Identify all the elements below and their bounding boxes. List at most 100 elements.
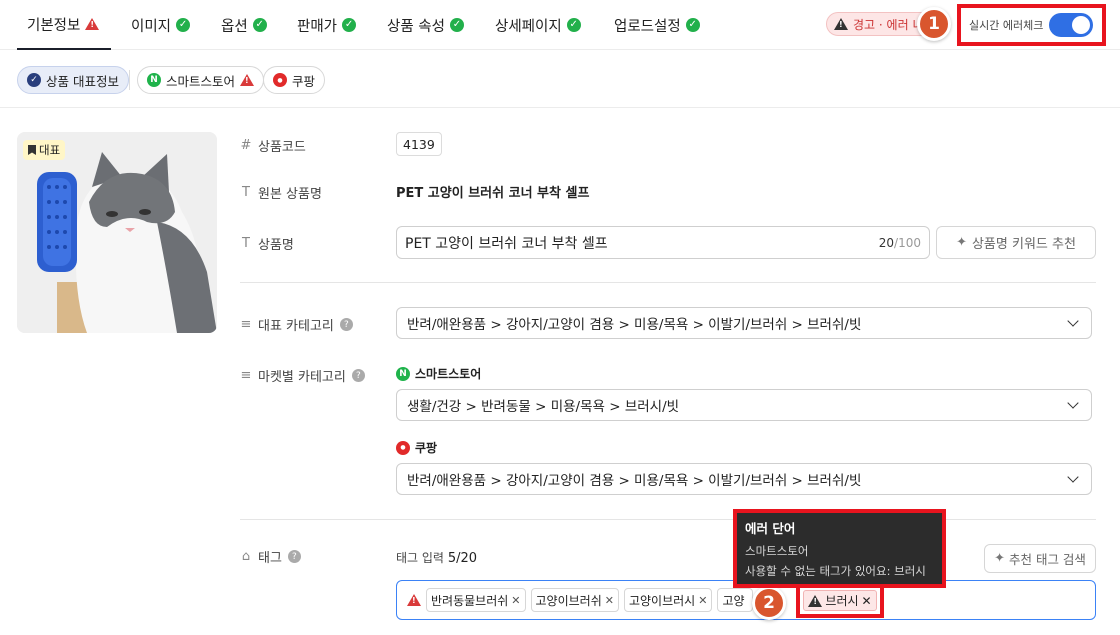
filter-icon: ≡ <box>240 317 252 332</box>
tab-label: 옵션 <box>221 18 248 35</box>
representative-tag: 대표 <box>23 140 66 160</box>
rep-category-select[interactable]: 반려/애완용품 > 강아지/고양이 겸용 > 미용/목욕 > 이발기/브러쉬 >… <box>396 307 1092 339</box>
realtime-label: 실시간 에러체크 <box>969 19 1044 32</box>
tag-text: 고양이브러시 <box>628 593 696 608</box>
help-icon[interactable]: ? <box>339 318 353 331</box>
warning-icon <box>834 18 848 30</box>
error-tooltip: 에러 단어 스마트스토어 사용할 수 없는 태그가 있어요: 브러시 <box>733 509 946 588</box>
tag-text: 고양 <box>722 593 745 608</box>
warning-icon <box>407 594 421 606</box>
tag-chip[interactable]: 반려동물브러쉬 ✕ <box>426 588 526 612</box>
coupang-category-value: 반려/애완용품 > 강아지/고양이 겸용 > 미용/목욕 > 이발기/브러쉬 >… <box>407 473 862 489</box>
tag-input-label: 태그 입력 <box>396 551 444 565</box>
keyword-recommend-button[interactable]: ✦ 상품명 키워드 추천 <box>936 226 1096 259</box>
tab-detail-page[interactable]: 상세페이지 ✓ <box>495 0 581 50</box>
help-icon[interactable]: ? <box>351 369 365 382</box>
close-icon[interactable]: ✕ <box>862 594 872 608</box>
error-tag-text: 브러시 <box>825 594 859 608</box>
original-name-label-row: T 원본 상품명 <box>240 183 322 202</box>
bookmark-icon <box>28 145 36 155</box>
rep-category-label: 대표 카테고리 <box>258 319 334 334</box>
tooltip-message: 사용할 수 없는 태그가 있어요: 브러시 <box>745 564 926 578</box>
original-name-label: 원본 상품명 <box>258 187 322 202</box>
tag-label-row: ⌂ 태그 ? <box>240 547 301 566</box>
coupang-category-select[interactable]: 반려/애완용품 > 강아지/고양이 겸용 > 미용/목욕 > 이발기/브러쉬 >… <box>396 463 1092 495</box>
annotation-badge-2: 2 <box>752 586 786 620</box>
tab-price[interactable]: 판매가 ✓ <box>297 0 357 50</box>
tab-upload-settings[interactable]: 업로드설정 ✓ <box>614 0 700 50</box>
char-counter: 20/100 <box>879 236 921 250</box>
tag-chip[interactable]: 고양 <box>717 588 754 612</box>
product-code-value: 4139 <box>396 132 442 156</box>
tab-attributes[interactable]: 상품 속성 ✓ <box>387 0 464 50</box>
check-badge-icon: ✓ <box>27 73 41 87</box>
help-icon[interactable]: ? <box>287 550 301 563</box>
smartstore-category-value: 생활/건강 > 반려동물 > 미용/목욕 > 브러시/빗 <box>407 399 680 415</box>
rep-category-label-row: ≡ 대표 카테고리 ? <box>240 315 353 334</box>
sparkle-icon: ✦ <box>956 235 967 250</box>
divider <box>240 282 1096 283</box>
error-tag-highlight: 브러시 ✕ <box>796 583 884 618</box>
check-icon: ✓ <box>566 18 581 32</box>
product-name-text: PET 고양이 브러쉬 코너 부착 셀프 <box>405 235 608 252</box>
hash-icon: # <box>240 138 252 153</box>
close-icon[interactable]: ✕ <box>698 594 707 607</box>
tab-images[interactable]: 이미지 ✓ <box>131 0 191 50</box>
smartstore-label-row: N 스마트스토어 <box>396 365 481 382</box>
tab-label: 이미지 <box>131 18 172 35</box>
chevron-down-icon <box>1067 397 1079 409</box>
chip-smartstore[interactable]: N 스마트스토어 <box>137 66 265 94</box>
char-max: /100 <box>894 235 921 250</box>
tab-options[interactable]: 옵션 ✓ <box>221 0 267 50</box>
tooltip-title: 에러 단어 <box>745 521 796 536</box>
realtime-toggle[interactable] <box>1049 13 1094 37</box>
close-icon[interactable]: ✕ <box>605 594 614 607</box>
tag-text: 반려동물브러쉬 <box>431 593 509 608</box>
warning-pill-label: 경고 · 에러 니 <box>853 17 924 32</box>
market-tabs: ✓ 상품 대표정보 N 스마트스토어 ● 쿠팡 <box>0 50 1120 108</box>
tab-basic-info[interactable]: 기본정보 <box>17 0 111 50</box>
recommend-tag-button[interactable]: ✦ 추천 태그 검색 <box>984 544 1096 573</box>
smartstore-category-select[interactable]: 생활/건강 > 반려동물 > 미용/목욕 > 브러시/빗 <box>396 389 1092 421</box>
char-count: 20 <box>878 235 895 250</box>
product-image[interactable]: 대표 <box>17 132 217 333</box>
market-category-label-row: ≡ 마켓별 카테고리 ? <box>240 366 365 385</box>
toggle-knob <box>1072 16 1091 34</box>
product-name-label: 상품명 <box>258 238 294 253</box>
check-icon: ✓ <box>176 18 191 32</box>
coupang-label-row: ● 쿠팡 <box>396 439 437 456</box>
text-icon: T <box>242 236 250 251</box>
tooltip-market: 스마트스토어 <box>745 544 809 558</box>
tag-chip[interactable]: 고양이브러시 ✕ <box>623 588 713 612</box>
coupang-icon: ● <box>396 440 410 455</box>
error-tag-chip[interactable]: 브러시 ✕ <box>803 590 877 611</box>
naver-icon: N <box>396 366 410 381</box>
tag-chip[interactable]: 고양이브러쉬 ✕ <box>530 588 619 612</box>
chip-main-info[interactable]: ✓ 상품 대표정보 <box>17 66 129 94</box>
recommend-button-label: 추천 태그 검색 <box>1008 552 1086 567</box>
naver-icon: N <box>147 73 161 87</box>
divider <box>240 519 1096 520</box>
text-icon: T <box>242 185 250 200</box>
tab-label: 상세페이지 <box>495 18 562 35</box>
tab-label: 판매가 <box>297 18 338 35</box>
smartstore-label: 스마트스토어 <box>415 367 482 381</box>
chip-label: 상품 대표정보 <box>46 73 119 89</box>
close-icon[interactable]: ✕ <box>511 594 520 607</box>
filter-icon: ≡ <box>240 368 252 383</box>
check-icon: ✓ <box>252 18 267 32</box>
tag-icon: ⌂ <box>241 549 251 564</box>
tag-count-row: 태그 입력 5/20 <box>396 549 477 566</box>
keyword-button-label: 상품명 키워드 추천 <box>971 237 1076 252</box>
divider <box>129 70 130 90</box>
rep-label: 대표 <box>39 143 61 157</box>
chevron-down-icon <box>1067 315 1079 327</box>
check-icon: ✓ <box>685 18 700 32</box>
check-icon: ✓ <box>449 18 464 32</box>
product-name-input[interactable]: PET 고양이 브러쉬 코너 부착 셀프 20/100 <box>396 226 930 259</box>
check-icon: ✓ <box>342 18 357 32</box>
chip-label: 쿠팡 <box>292 73 316 89</box>
tab-label: 상품 속성 <box>387 18 445 35</box>
chip-coupang[interactable]: ● 쿠팡 <box>263 66 326 94</box>
cat-photo <box>17 132 217 333</box>
